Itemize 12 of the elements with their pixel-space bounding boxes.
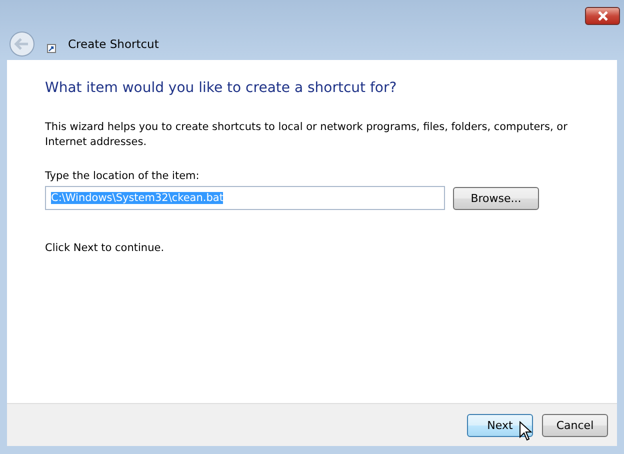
window-title: Create Shortcut bbox=[68, 37, 159, 51]
browse-button[interactable]: Browse... bbox=[453, 186, 539, 210]
shortcut-icon bbox=[47, 44, 56, 52]
close-button[interactable] bbox=[585, 7, 620, 25]
description-text: This wizard helps you to create shortcuts to local or network programs, files, folders, computers, or Internet addresses. bbox=[45, 120, 568, 150]
wizard-button[interactable]: Next bbox=[467, 414, 533, 436]
cursor-icon bbox=[519, 421, 533, 441]
close-icon bbox=[596, 11, 608, 21]
wizard-button[interactable]: Cancel bbox=[542, 414, 608, 436]
wizard-heading: What item would you like to create a shortcut for? bbox=[45, 80, 398, 96]
location-label: Type the location of the item: bbox=[45, 170, 200, 182]
hint-text: Click Next to continue. bbox=[45, 242, 166, 254]
